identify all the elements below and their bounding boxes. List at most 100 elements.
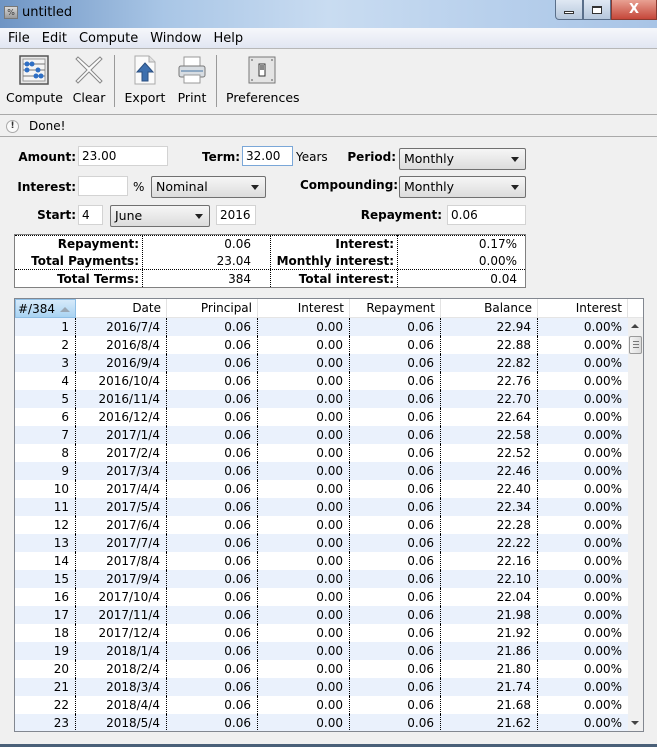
start-year-input[interactable]: 2016 — [216, 205, 256, 225]
row-balance: 22.58 — [441, 426, 538, 444]
start-month-select[interactable]: June — [110, 205, 210, 227]
period-select[interactable]: Monthly — [399, 148, 526, 170]
column-header-interest-rate[interactable]: Interest — [538, 299, 628, 318]
interest-type-select[interactable]: Nominal — [151, 176, 266, 198]
row-date: 2017/11/4 — [76, 606, 167, 624]
row-number: 2 — [15, 336, 76, 354]
row-principal: 0.06 — [167, 336, 258, 354]
table-row[interactable]: 22 2018/4/4 0.06 0.00 0.06 21.68 0.00% — [15, 696, 628, 714]
table-row[interactable]: 23 2018/5/4 0.06 0.00 0.06 21.62 0.00% — [15, 714, 628, 731]
menu-help[interactable]: Help — [208, 31, 250, 46]
row-balance: 22.76 — [441, 372, 538, 390]
row-balance: 22.04 — [441, 588, 538, 606]
table-row[interactable]: 17 2017/11/4 0.06 0.00 0.06 21.98 0.00% — [15, 606, 628, 624]
row-repayment: 0.06 — [350, 354, 441, 372]
scroll-up-icon[interactable] — [631, 324, 639, 328]
vertical-scrollbar[interactable] — [628, 318, 643, 731]
row-interest-rate: 0.00% — [583, 716, 622, 730]
column-header-principal[interactable]: Principal — [167, 299, 258, 318]
row-interest-rate: 0.00% — [583, 428, 622, 442]
term-input[interactable]: 32.00 — [242, 146, 293, 166]
row-interest: 0.00 — [258, 660, 350, 678]
table-row[interactable]: 2 2016/8/4 0.06 0.00 0.06 22.88 0.00% — [15, 336, 628, 354]
repayment-input[interactable]: 0.06 — [447, 205, 526, 225]
row-interest: 0.00 — [258, 696, 350, 714]
row-principal: 0.06 — [167, 660, 258, 678]
table-row[interactable]: 7 2017/1/4 0.06 0.00 0.06 22.58 0.00% — [15, 426, 628, 444]
column-header-interest[interactable]: Interest — [258, 299, 350, 318]
window-controls: X — [555, 0, 657, 20]
column-header-balance[interactable]: Balance — [441, 299, 538, 318]
row-date: 2017/10/4 — [76, 588, 167, 606]
clear-label: Clear — [72, 90, 106, 105]
column-header-number[interactable]: #/384 — [15, 299, 76, 318]
summary-divider — [142, 235, 143, 287]
table-row[interactable]: 3 2016/9/4 0.06 0.00 0.06 22.82 0.00% — [15, 354, 628, 372]
table-row[interactable]: 10 2017/4/4 0.06 0.00 0.06 22.40 0.00% — [15, 480, 628, 498]
status-text: Done! — [29, 119, 66, 133]
start-day-input[interactable]: 4 — [78, 205, 103, 225]
row-repayment: 0.06 — [350, 372, 441, 390]
scroll-down-icon[interactable] — [631, 721, 639, 725]
table-row[interactable]: 19 2018/1/4 0.06 0.00 0.06 21.86 0.00% — [15, 642, 628, 660]
compute-button[interactable]: Compute — [6, 54, 63, 105]
amount-input[interactable]: 23.00 — [78, 146, 168, 166]
table-row[interactable]: 13 2017/7/4 0.06 0.00 0.06 22.22 0.00% — [15, 534, 628, 552]
row-principal: 0.06 — [167, 408, 258, 426]
table-row[interactable]: 1 2016/7/4 0.06 0.00 0.06 22.94 0.00% — [15, 318, 628, 336]
print-button[interactable]: Print — [174, 54, 210, 105]
preferences-button[interactable]: Preferences — [226, 54, 300, 105]
table-row[interactable]: 16 2017/10/4 0.06 0.00 0.06 22.04 0.00% — [15, 588, 628, 606]
row-principal: 0.06 — [167, 516, 258, 534]
scrollbar-thumb[interactable] — [629, 336, 642, 354]
interest-input[interactable] — [78, 176, 128, 196]
row-number: 1 — [15, 318, 76, 336]
compounding-value: Monthly — [404, 179, 455, 194]
clear-button[interactable]: Clear — [70, 54, 108, 105]
table-row[interactable]: 18 2017/12/4 0.06 0.00 0.06 21.92 0.00% — [15, 624, 628, 642]
title-bar: % untitled X — [0, 0, 657, 28]
switch-panel-icon — [246, 54, 278, 86]
export-button[interactable]: Export — [122, 54, 168, 105]
row-principal: 0.06 — [167, 642, 258, 660]
table-row[interactable]: 21 2018/3/4 0.06 0.00 0.06 21.74 0.00% — [15, 678, 628, 696]
row-number: 13 — [15, 534, 76, 552]
row-number: 21 — [15, 678, 76, 696]
compounding-select[interactable]: Monthly — [399, 176, 526, 198]
column-header-date[interactable]: Date — [76, 299, 167, 318]
row-interest: 0.00 — [258, 462, 350, 480]
table-row[interactable]: 8 2017/2/4 0.06 0.00 0.06 22.52 0.00% — [15, 444, 628, 462]
compounding-label: Compounding: — [300, 178, 399, 192]
menu-file[interactable]: File — [2, 31, 36, 46]
row-principal: 0.06 — [167, 552, 258, 570]
info-exclamation-icon: ! — [6, 119, 19, 133]
summary-repayment-value: 0.06 — [224, 237, 251, 251]
row-repayment: 0.06 — [350, 660, 441, 678]
table-row[interactable]: 9 2017/3/4 0.06 0.00 0.06 22.46 0.00% — [15, 462, 628, 480]
maximize-button[interactable] — [583, 0, 611, 20]
menu-window[interactable]: Window — [144, 31, 207, 46]
row-principal: 0.06 — [167, 426, 258, 444]
row-interest-rate: 0.00% — [583, 698, 622, 712]
table-row[interactable]: 12 2017/6/4 0.06 0.00 0.06 22.28 0.00% — [15, 516, 628, 534]
row-interest: 0.00 — [258, 354, 350, 372]
table-row[interactable]: 20 2018/2/4 0.06 0.00 0.06 21.80 0.00% — [15, 660, 628, 678]
table-row[interactable]: 15 2017/9/4 0.06 0.00 0.06 22.10 0.00% — [15, 570, 628, 588]
menu-compute[interactable]: Compute — [73, 31, 144, 46]
close-button[interactable]: X — [611, 0, 657, 20]
toolbar-separator — [216, 55, 217, 107]
minimize-button[interactable] — [555, 0, 583, 20]
row-date: 2016/10/4 — [76, 372, 167, 390]
row-date: 2017/8/4 — [76, 552, 167, 570]
row-balance: 22.70 — [441, 390, 538, 408]
menu-edit[interactable]: Edit — [36, 31, 73, 46]
table-row[interactable]: 14 2017/8/4 0.06 0.00 0.06 22.16 0.00% — [15, 552, 628, 570]
table-row[interactable]: 4 2016/10/4 0.06 0.00 0.06 22.76 0.00% — [15, 372, 628, 390]
column-header-repayment[interactable]: Repayment — [350, 299, 441, 318]
row-repayment: 0.06 — [350, 552, 441, 570]
period-label: Period: — [347, 150, 396, 164]
row-repayment: 0.06 — [350, 606, 441, 624]
table-row[interactable]: 11 2017/5/4 0.06 0.00 0.06 22.34 0.00% — [15, 498, 628, 516]
table-row[interactable]: 5 2016/11/4 0.06 0.00 0.06 22.70 0.00% — [15, 390, 628, 408]
table-row[interactable]: 6 2016/12/4 0.06 0.00 0.06 22.64 0.00% — [15, 408, 628, 426]
